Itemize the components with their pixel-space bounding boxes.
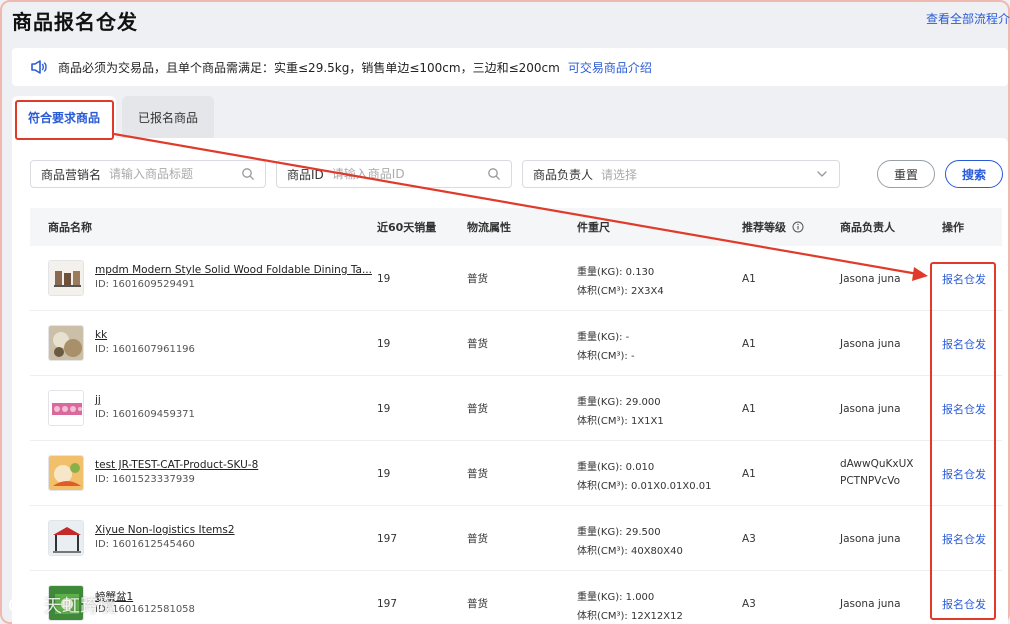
- watermark: 天虹跨境: [8, 592, 116, 618]
- watermark-text: 天虹跨境: [44, 596, 116, 617]
- annotation-arrow: [113, 132, 928, 281]
- watermark-logo-icon: [9, 597, 35, 613]
